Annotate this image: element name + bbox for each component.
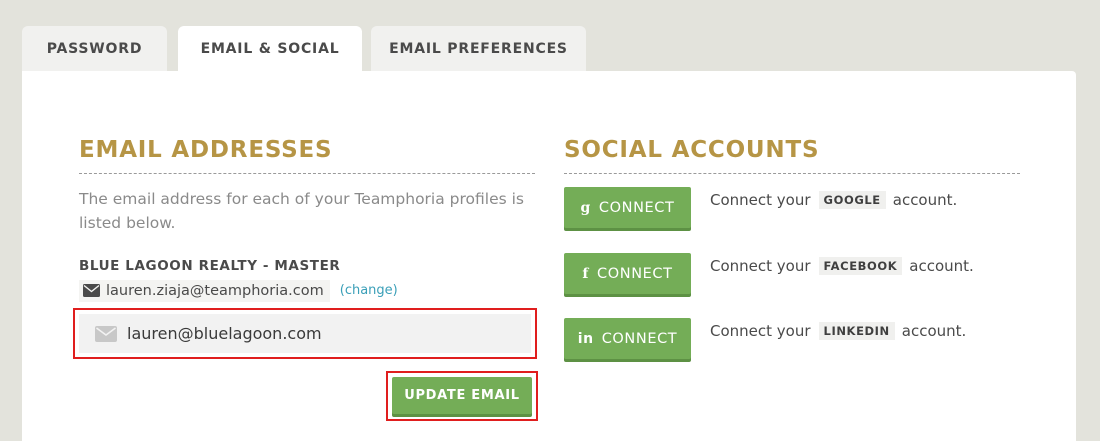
connect-google-text: Connect your GOOGLE account. [710,187,957,213]
connect-google-button[interactable]: g CONNECT [564,187,691,228]
social-accounts-heading: SOCIAL ACCOUNTS [564,137,820,163]
email-section-divider [79,173,535,174]
tab-email-social[interactable]: EMAIL & SOCIAL [178,26,362,72]
linkedin-icon: in [577,330,594,347]
settings-panel: EMAIL ADDRESSES The email address for ea… [22,71,1076,441]
connect-facebook-button[interactable]: f CONNECT [564,253,691,294]
email-description: The email address for each of your Teamp… [79,190,525,232]
profile-name: BLUE LAGOON REALTY - MASTER [79,258,341,274]
social-row-google: g CONNECT Connect your GOOGLE account. [564,187,1024,229]
connect-label: CONNECT [598,199,675,216]
new-email-field-highlight [73,308,537,359]
provider-name: FACEBOOK [818,257,903,275]
envelope-icon [83,284,100,297]
connect-suffix: account. [892,191,958,209]
connect-label: CONNECT [601,330,678,347]
change-email-link[interactable]: (change) [340,283,398,298]
tab-password[interactable]: PASSWORD [22,26,167,71]
connect-prefix: Connect your [710,257,811,275]
connect-suffix: account. [909,257,974,275]
connect-linkedin-text: Connect your LINKEDIN account. [710,318,966,344]
envelope-icon [95,325,117,342]
connect-facebook-text: Connect your FACEBOOK account. [710,253,974,279]
current-email-chip: lauren.ziaja@teamphoria.com [79,279,330,302]
connect-linkedin-button[interactable]: in CONNECT [564,318,691,359]
update-email-button[interactable]: UPDATE EMAIL [392,377,532,414]
social-row-facebook: f CONNECT Connect your FACEBOOK account. [564,253,1024,295]
email-addresses-heading: EMAIL ADDRESSES [79,137,333,163]
new-email-input[interactable] [127,324,507,343]
google-icon: g [580,199,591,216]
connect-suffix: account. [901,322,967,340]
provider-name: LINKEDIN [818,322,895,340]
provider-name: GOOGLE [818,191,886,209]
facebook-icon: f [582,265,590,282]
current-email-row: lauren.ziaja@teamphoria.com (change) [79,279,398,302]
social-row-linkedin: in CONNECT Connect your LINKEDIN account… [564,318,1024,360]
current-email-address: lauren.ziaja@teamphoria.com [106,282,324,299]
new-email-field [79,314,531,353]
connect-prefix: Connect your [710,322,811,340]
update-email-highlight: UPDATE EMAIL [386,371,538,421]
tab-email-preferences[interactable]: EMAIL PREFERENCES [371,26,586,71]
connect-label: CONNECT [597,265,673,282]
connect-prefix: Connect your [710,191,811,209]
social-section-divider [564,173,1020,174]
